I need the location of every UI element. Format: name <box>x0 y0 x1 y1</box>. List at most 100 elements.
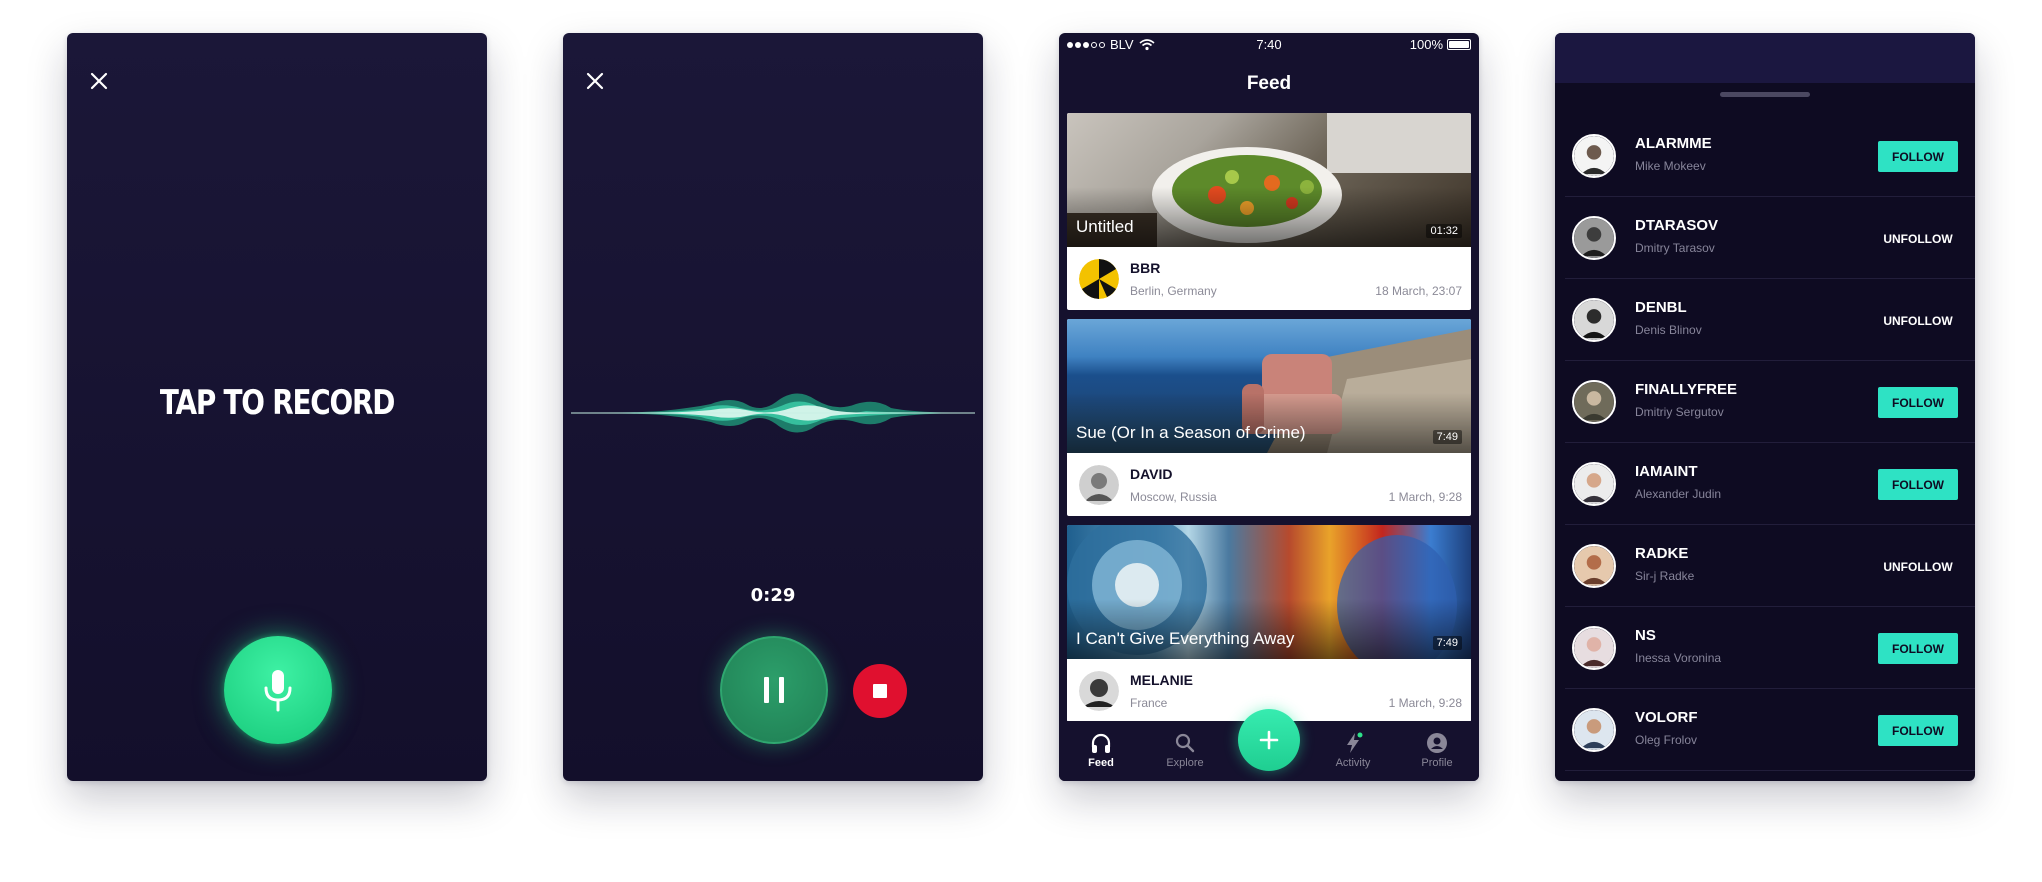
list-item: VOLORF Oleg Frolov FOLLOW <box>1565 689 1975 771</box>
username: DTARASOV <box>1635 217 1719 234</box>
drag-handle[interactable] <box>1720 92 1810 97</box>
follow-button[interactable]: FOLLOW <box>1878 715 1958 746</box>
battery-percent: 100% <box>1409 37 1443 52</box>
tab-label: Explore <box>1166 757 1204 769</box>
card-date: 1 March, 9:28 <box>1388 696 1462 710</box>
follow-button[interactable]: FOLLOW <box>1878 469 1958 500</box>
full-name: Alexander Judin <box>1635 487 1722 501</box>
full-name: Dmitriy Sergutov <box>1635 405 1724 419</box>
unfollow-button[interactable]: UNFOLLOW <box>1878 305 1958 336</box>
feed-card[interactable]: I Can't Give Everything Away 7:49 MELANI… <box>1067 525 1471 722</box>
tab-label: Activity <box>1335 757 1371 769</box>
record-button[interactable] <box>224 636 332 744</box>
card-image: Sue (Or In a Season of Crime) 7:49 <box>1067 319 1471 453</box>
username: ALARMME <box>1635 135 1712 152</box>
avatar <box>1572 216 1616 260</box>
stop-button[interactable] <box>853 664 907 718</box>
follow-button[interactable]: FOLLOW <box>1878 387 1958 418</box>
tab-feed[interactable]: Feed <box>1071 731 1131 769</box>
username: VOLORF <box>1635 709 1698 726</box>
full-name: Inessa Voronina <box>1635 651 1722 665</box>
unfollow-button[interactable]: UNFOLLOW <box>1878 223 1958 254</box>
card-location: Moscow, Russia <box>1130 490 1217 504</box>
add-button[interactable] <box>1238 709 1300 771</box>
stop-icon <box>873 684 887 698</box>
close-button[interactable] <box>583 69 607 93</box>
record-screen: TAP TO RECORD <box>67 33 487 781</box>
page-title: Feed <box>1246 73 1292 94</box>
card-location: Berlin, Germany <box>1130 284 1217 298</box>
audio-waveform <box>571 393 975 433</box>
card-duration: 01:32 <box>1426 224 1462 238</box>
close-button[interactable] <box>87 69 111 93</box>
username: NS <box>1635 627 1656 644</box>
avatar <box>1572 298 1616 342</box>
unfollow-button[interactable]: UNFOLLOW <box>1878 551 1958 582</box>
list-item: FINALLYFREE Dmitriy Sergutov FOLLOW <box>1565 361 1975 443</box>
username: RADKE <box>1635 545 1689 562</box>
pause-icon <box>764 677 784 703</box>
username: DENBL <box>1635 299 1687 316</box>
avatar <box>1079 671 1119 711</box>
feed-screen: BLV 7:40 100% Feed Untitled 01:32 BBR Be… <box>1059 33 1479 781</box>
list-item: DENBL Denis Blinov UNFOLLOW <box>1565 279 1975 361</box>
username: FINALLYFREE <box>1635 381 1737 398</box>
user-icon <box>1427 733 1447 753</box>
card-author: BBR <box>1130 260 1161 276</box>
tab-label: Feed <box>1088 757 1114 769</box>
list-item: NS Inessa Voronina FOLLOW <box>1565 607 1975 689</box>
tab-activity[interactable]: Activity <box>1323 731 1383 769</box>
follow-button[interactable]: FOLLOW <box>1878 633 1958 664</box>
avatar <box>1572 626 1616 670</box>
lightning-icon <box>1347 732 1363 753</box>
username: IAMAINT <box>1635 463 1698 480</box>
full-name: Sir-j Radke <box>1635 569 1695 583</box>
card-duration: 7:49 <box>1432 636 1462 650</box>
full-name: Denis Blinov <box>1635 323 1702 337</box>
tab-bar: Feed Explore Activity Profile <box>1059 709 1479 781</box>
tap-to-record-title: TAP TO RECORD <box>159 383 396 423</box>
follow-button[interactable]: FOLLOW <box>1878 141 1958 172</box>
search-icon <box>1175 733 1195 753</box>
list-item: DTARASOV Dmitry Tarasov UNFOLLOW <box>1565 197 1975 279</box>
avatar <box>1572 462 1616 506</box>
avatar <box>1079 259 1119 299</box>
card-date: 1 March, 9:28 <box>1388 490 1462 504</box>
feed-card[interactable]: Untitled 01:32 BBR Berlin, Germany 18 Ma… <box>1067 113 1471 310</box>
card-title: Sue (Or In a Season of Crime) <box>1076 423 1306 442</box>
close-icon <box>90 72 108 90</box>
tab-profile[interactable]: Profile <box>1407 731 1467 769</box>
card-image: I Can't Give Everything Away 7:49 <box>1067 525 1471 659</box>
card-title: I Can't Give Everything Away <box>1076 629 1295 648</box>
list-item: IAMAINT Alexander Judin FOLLOW <box>1565 443 1975 525</box>
close-icon <box>586 72 604 90</box>
headphones-icon <box>1091 733 1111 753</box>
feed-card[interactable]: Sue (Or In a Season of Crime) 7:49 DAVID… <box>1067 319 1471 516</box>
card-author: DAVID <box>1130 466 1173 482</box>
follow-screen: ALARMME Mike Mokeev FOLLOW DTARASOV Dmit… <box>1555 33 1975 781</box>
full-name: Oleg Frolov <box>1635 733 1698 747</box>
card-author: MELANIE <box>1130 672 1193 688</box>
list-item: RADKE Sir-j Radke UNFOLLOW <box>1565 525 1975 607</box>
avatar <box>1079 465 1119 505</box>
microphone-icon <box>264 670 292 712</box>
list-item: ALARMME Mike Mokeev FOLLOW <box>1565 115 1975 197</box>
avatar <box>1572 544 1616 588</box>
avatar <box>1572 380 1616 424</box>
full-name: Mike Mokeev <box>1635 159 1706 173</box>
full-name: Dmitry Tarasov <box>1635 241 1715 255</box>
sheet-backdrop <box>1555 33 1975 83</box>
recording-screen: 0:29 <box>563 33 983 781</box>
tab-label: Profile <box>1421 757 1453 769</box>
recording-timer: 0:29 <box>750 585 796 606</box>
tab-explore[interactable]: Explore <box>1155 731 1215 769</box>
avatar <box>1572 134 1616 178</box>
pause-button[interactable] <box>720 636 828 744</box>
card-title: Untitled <box>1076 217 1134 236</box>
card-duration: 7:49 <box>1432 430 1462 444</box>
feed-list: Untitled 01:32 BBR Berlin, Germany 18 Ma… <box>1067 113 1471 731</box>
plus-icon <box>1259 730 1279 750</box>
card-location: France <box>1130 696 1168 710</box>
card-image: Untitled 01:32 <box>1067 113 1471 247</box>
status-bar: BLV 7:40 100% <box>1059 33 1479 55</box>
